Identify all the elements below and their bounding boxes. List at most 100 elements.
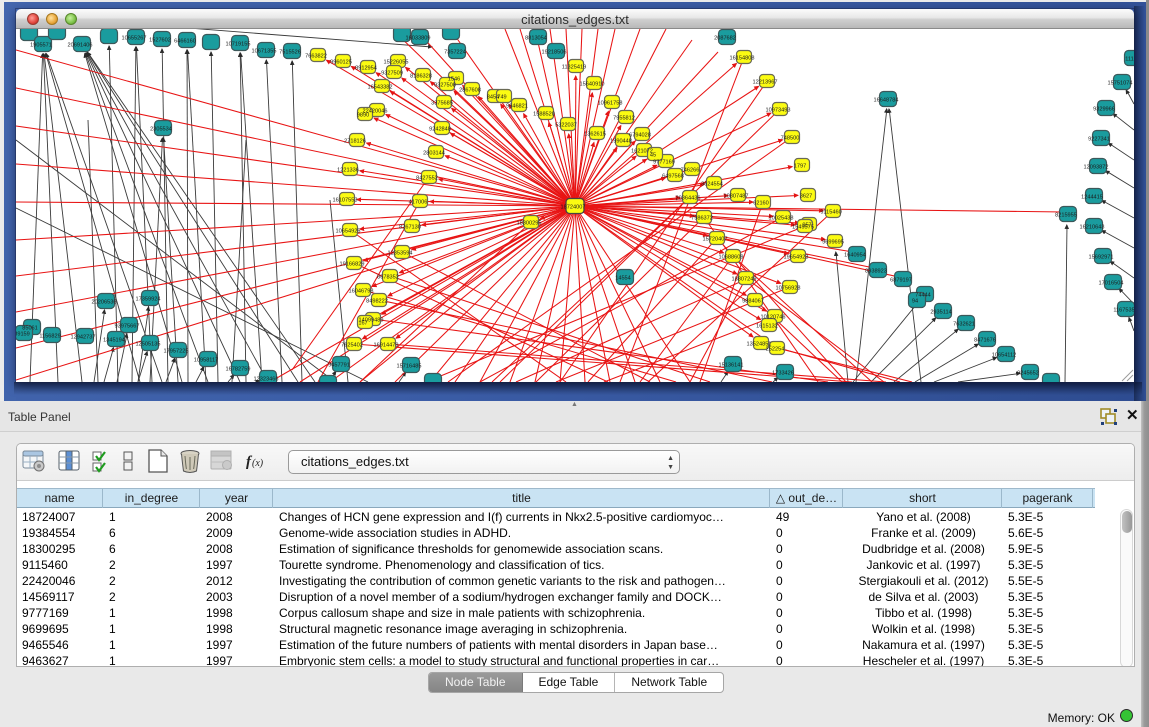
svg-text:10671355: 10671355 [252, 49, 277, 55]
svg-text:12323466: 12323466 [254, 377, 279, 383]
svg-text:5322037: 5322037 [555, 123, 577, 129]
svg-text:20364436: 20364436 [676, 196, 701, 202]
svg-text:17359924: 17359924 [136, 297, 161, 303]
svg-text:748500: 748500 [781, 136, 800, 142]
svg-text:1797: 1797 [794, 164, 806, 170]
svg-text:1112: 1112 [1125, 57, 1134, 63]
svg-text:8678352: 8678352 [377, 275, 399, 281]
svg-text:18807249: 18807249 [732, 277, 757, 283]
svg-text:8912954: 8912954 [355, 66, 377, 72]
svg-text:2867608: 2867608 [459, 88, 481, 94]
svg-text:18724007: 18724007 [561, 205, 586, 211]
svg-text:3627: 3627 [800, 194, 812, 200]
svg-text:1527602: 1527602 [149, 38, 171, 44]
svg-text:6794028: 6794028 [629, 133, 651, 139]
svg-text:16154808: 16154808 [730, 56, 755, 62]
svg-text:10958117: 10958117 [194, 358, 218, 364]
svg-text:1905571: 1905571 [30, 43, 52, 49]
svg-text:10961758: 10961758 [598, 101, 623, 107]
svg-text:3375685: 3375685 [431, 101, 453, 107]
svg-text:62160: 62160 [753, 201, 769, 207]
svg-text:7986372: 7986372 [691, 216, 713, 222]
svg-text:1733426: 1733426 [772, 371, 794, 377]
svg-text:10719155: 10719155 [226, 42, 251, 48]
svg-text:10688609: 10688609 [719, 255, 744, 261]
svg-text:746266: 746266 [681, 168, 700, 174]
svg-text:8471676: 8471676 [974, 338, 996, 344]
svg-text:20206536: 20206536 [92, 300, 117, 306]
svg-text:7663822: 7663822 [305, 54, 327, 60]
svg-text:17016504: 17016504 [1099, 281, 1124, 287]
svg-text:15136141: 15136141 [719, 363, 744, 369]
svg-text:8813054: 8813054 [525, 36, 547, 42]
svg-text:9327509: 9327509 [381, 71, 403, 77]
svg-text:45: 45 [650, 153, 656, 159]
svg-text:18300295: 18300295 [517, 221, 542, 227]
svg-text:16782759: 16782759 [226, 367, 251, 373]
svg-text:2305534: 2305534 [150, 127, 172, 133]
svg-text:9699695: 9699695 [822, 240, 844, 246]
svg-text:15720407: 15720407 [703, 237, 728, 243]
svg-text:9457791: 9457791 [328, 363, 350, 369]
svg-text:9327508: 9327508 [434, 83, 456, 89]
svg-text:1244415: 1244415 [1081, 195, 1103, 201]
svg-text:15226055: 15226055 [384, 60, 409, 66]
svg-text:12353594: 12353594 [388, 251, 413, 257]
svg-text:8938923: 8938923 [865, 269, 887, 275]
svg-text:6879197: 6879197 [890, 278, 912, 284]
svg-text:9242848: 9242848 [429, 127, 451, 133]
svg-text:10654925: 10654925 [336, 229, 361, 235]
svg-text:9115460: 9115460 [820, 210, 841, 216]
svg-text:1549575: 1549575 [792, 225, 814, 231]
svg-text:93975667: 93975667 [115, 324, 140, 330]
svg-text:15692971: 15692971 [1089, 255, 1114, 261]
svg-text:1640954: 1640954 [844, 253, 866, 259]
svg-text:1990448: 1990448 [610, 139, 632, 145]
svg-text:8427552: 8427552 [416, 176, 438, 182]
svg-text:2718126: 2718126 [344, 139, 366, 145]
svg-text:39159: 39159 [16, 332, 30, 338]
svg-text:9884067: 9884067 [742, 299, 764, 305]
svg-text:8267130: 8267130 [399, 225, 421, 231]
svg-text:2935114: 2935114 [930, 310, 951, 316]
svg-text:10973493: 10973493 [766, 108, 791, 114]
svg-text:12942737: 12942737 [71, 335, 96, 341]
svg-text:7955812: 7955812 [613, 116, 635, 122]
svg-text:9245652: 9245652 [1017, 371, 1039, 377]
svg-text:1588520: 1588520 [533, 112, 555, 118]
svg-text:15716485: 15716485 [397, 364, 422, 370]
svg-text:10807487: 10807487 [724, 194, 749, 200]
svg-text:(x): (x) [252, 458, 264, 469]
svg-text:7515526: 7515526 [279, 50, 301, 56]
svg-text:16543382: 16543382 [368, 85, 393, 91]
svg-text:252254: 252254 [766, 347, 785, 353]
svg-text:9227341: 9227341 [1088, 137, 1110, 143]
svg-text:15640910: 15640910 [580, 82, 605, 88]
svg-text:10655267: 10655267 [122, 36, 147, 42]
svg-text:15751074: 15751074 [1108, 81, 1133, 87]
svg-text:1167535: 1167535 [1113, 308, 1134, 314]
svg-text:16210643: 16210643 [1080, 225, 1105, 231]
svg-text:7632621: 7632621 [953, 322, 975, 328]
svg-text:167: 167 [358, 321, 367, 327]
svg-text:12213967: 12213967 [753, 80, 778, 86]
svg-text:1156829: 1156829 [39, 334, 60, 340]
svg-text:417006: 417006 [409, 200, 428, 206]
svg-text:20691406: 20691406 [68, 43, 93, 49]
svg-text:10756928: 10756928 [776, 286, 801, 292]
svg-text:12093872: 12093872 [1084, 165, 1109, 171]
svg-text:16914479: 16914479 [374, 343, 399, 349]
svg-text:19654923: 19654923 [784, 255, 809, 261]
svg-text:9890: 9890 [357, 113, 369, 119]
svg-text:2087682: 2087682 [714, 36, 736, 42]
svg-text:17957225: 17957225 [164, 349, 189, 355]
svg-text:3624554: 3624554 [701, 182, 723, 188]
svg-text:1221336: 1221336 [337, 168, 359, 174]
svg-text:7357224: 7357224 [444, 50, 466, 56]
svg-text:7625402: 7625402 [341, 343, 363, 349]
svg-text:8215955: 8215955 [1055, 213, 1077, 219]
svg-text:94: 94 [912, 299, 918, 305]
svg-text:16107553: 16107553 [333, 198, 358, 204]
svg-text:8186328: 8186328 [410, 74, 432, 80]
svg-text:16046798: 16046798 [349, 289, 374, 295]
